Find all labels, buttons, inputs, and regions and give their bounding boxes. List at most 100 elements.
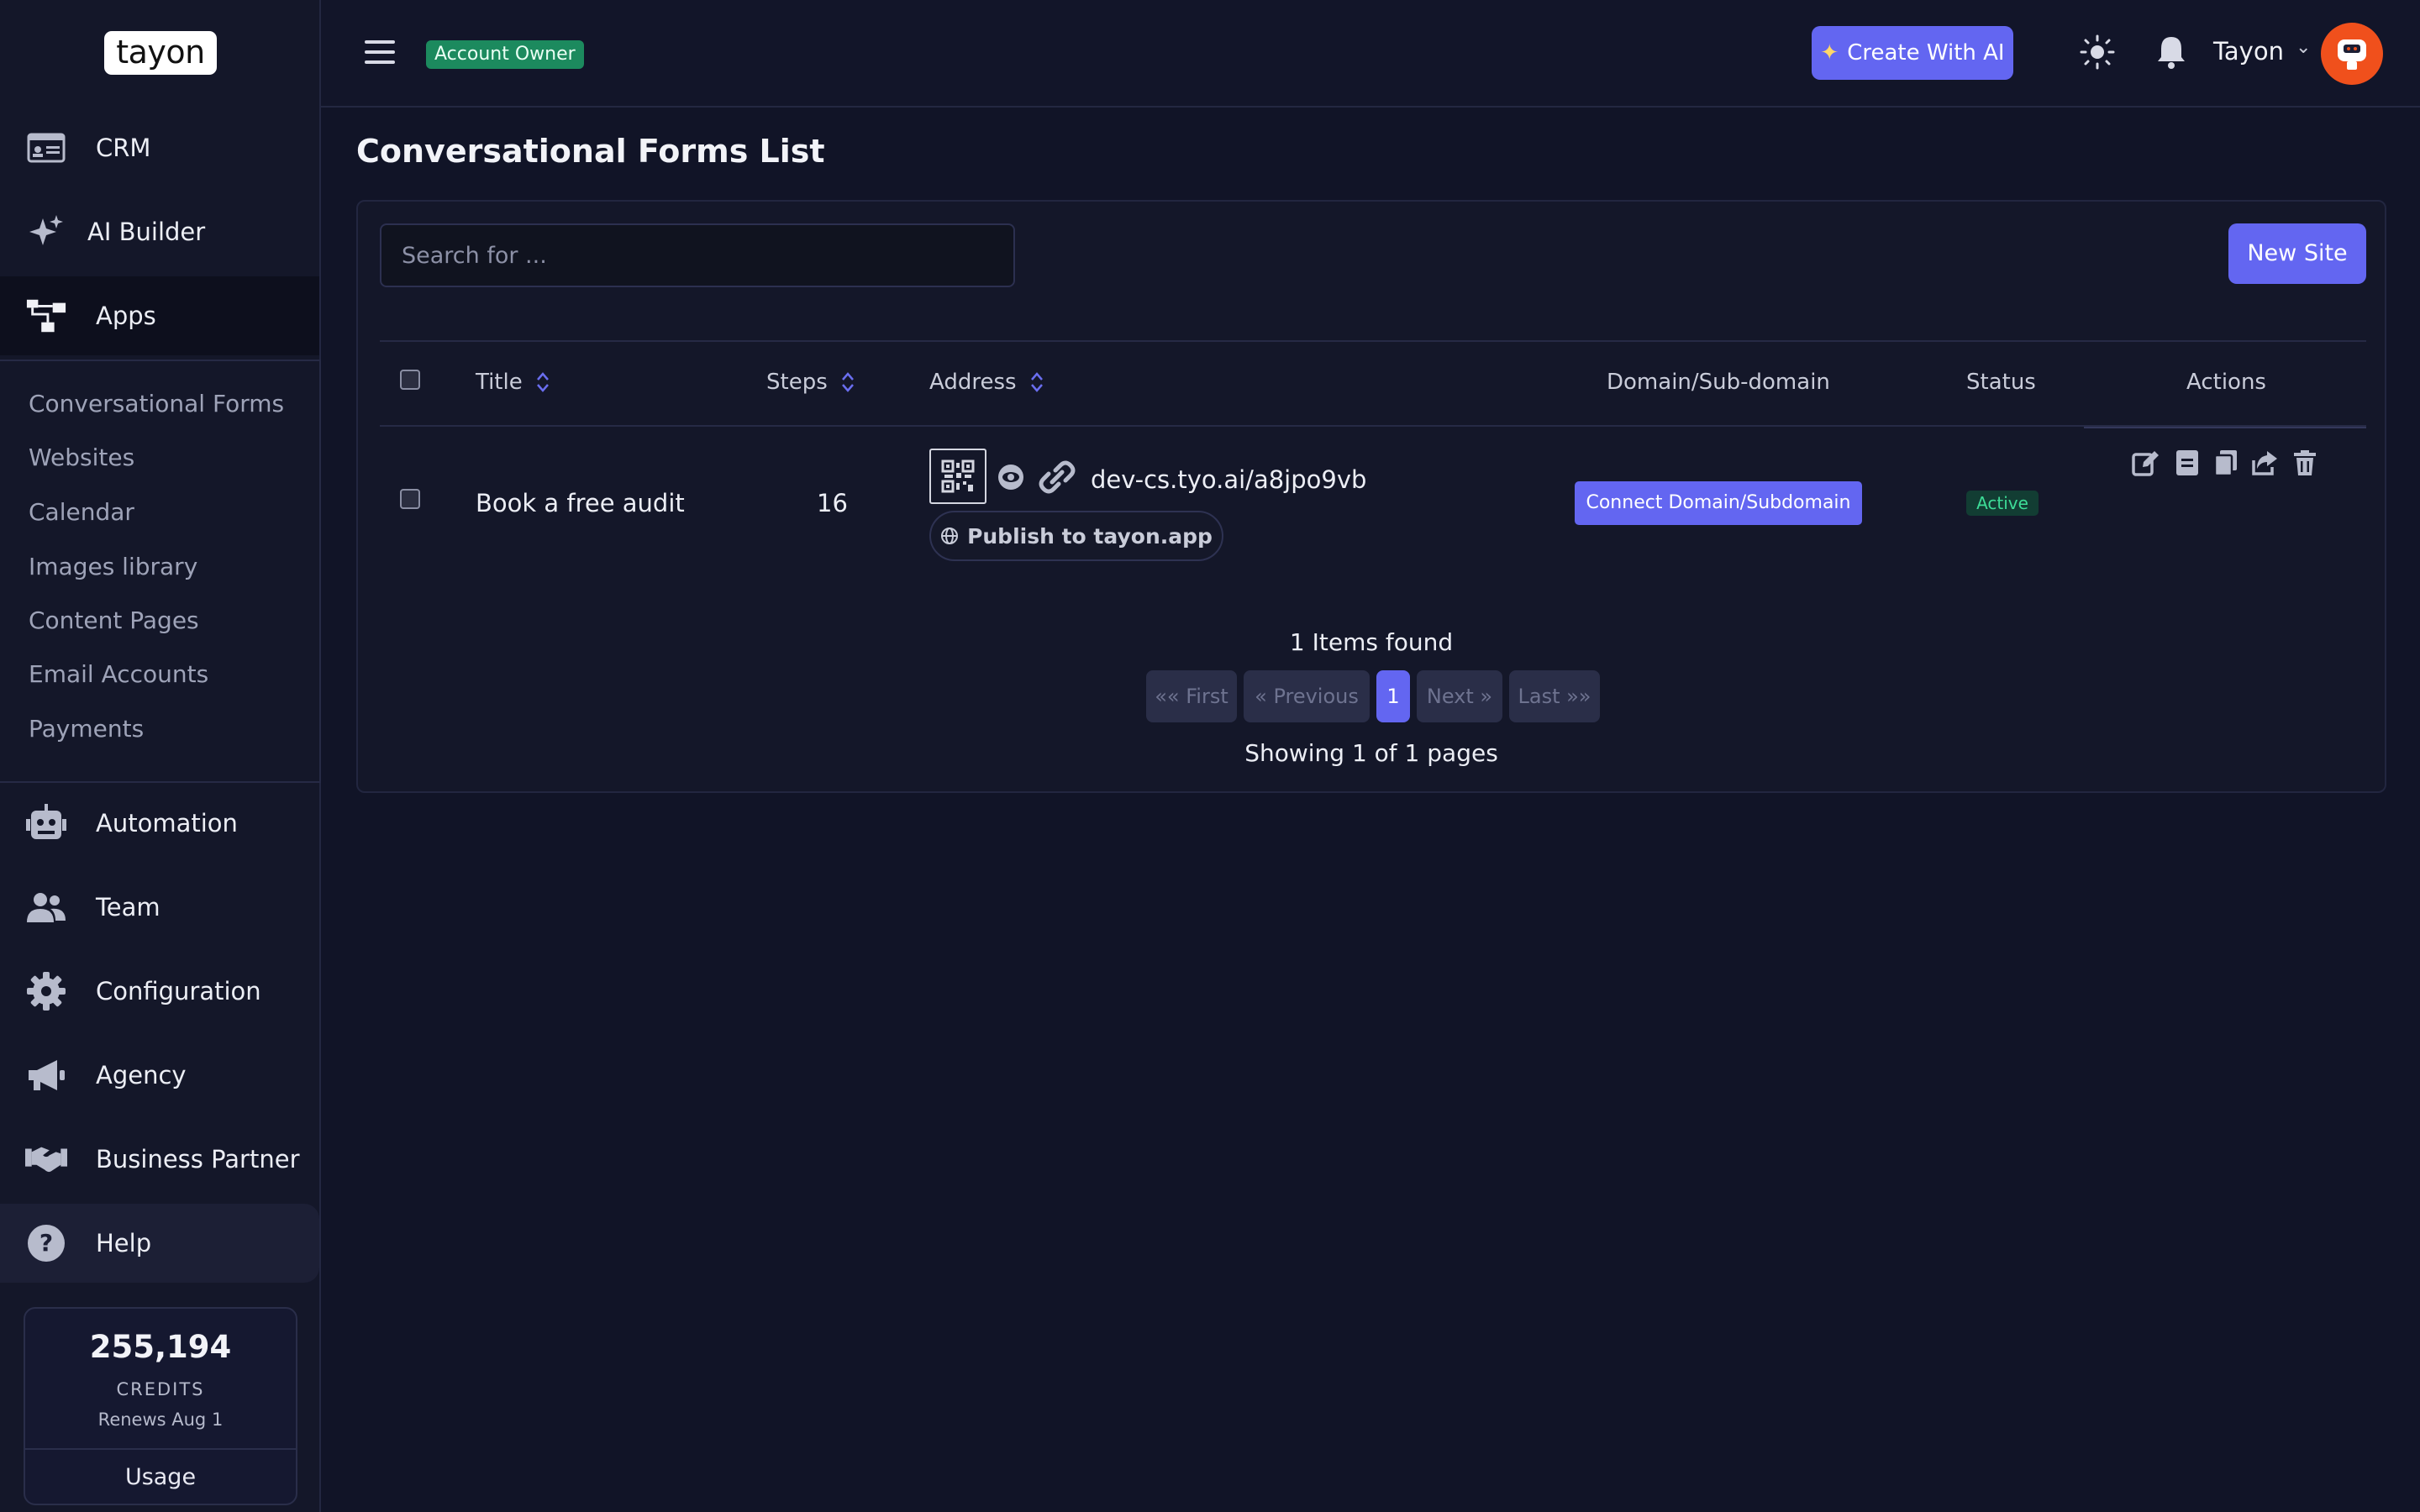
- submenu-item-email-accounts[interactable]: Email Accounts: [29, 660, 208, 688]
- sidebar-item-apps[interactable]: Apps: [0, 276, 319, 355]
- apps-submenu: Conversational Forms Websites Calendar I…: [0, 360, 321, 783]
- share-icon[interactable]: [2250, 449, 2279, 477]
- credits-label: CREDITS: [116, 1379, 205, 1399]
- search-input[interactable]: [380, 223, 1015, 287]
- status-badge: Active: [1966, 491, 2039, 516]
- sidebar-item-team[interactable]: Team: [0, 868, 319, 947]
- sidebar-item-crm[interactable]: CRM: [0, 108, 319, 187]
- submenu-item-payments[interactable]: Payments: [29, 715, 144, 743]
- submenu-item-content-pages[interactable]: Content Pages: [29, 606, 199, 634]
- sidebar-item-configuration[interactable]: Configuration: [0, 952, 319, 1031]
- copy-icon[interactable]: [2212, 449, 2240, 477]
- app-root: tayon CRM AI Builder Apps Conversational…: [0, 0, 2420, 1512]
- user-name[interactable]: Tayon: [2213, 37, 2284, 66]
- sidebar-item-automation[interactable]: Automation: [0, 784, 319, 863]
- create-with-ai-button[interactable]: ✦ Create With AI: [1812, 26, 2013, 80]
- theme-toggle-sun-icon[interactable]: [2079, 34, 2116, 71]
- forms-list-card: New Site Title Steps Address Domain/Sub-…: [356, 200, 2386, 793]
- role-badge: Account Owner: [426, 40, 584, 69]
- sidebar-item-label: Agency: [96, 1061, 187, 1089]
- notification-bell-icon[interactable]: [2154, 34, 2188, 71]
- items-found-text: 1 Items found: [1289, 628, 1454, 656]
- eye-icon[interactable]: [997, 464, 1025, 491]
- create-with-ai-label: Create With AI: [1847, 40, 2005, 66]
- pagination-previous-button[interactable]: « Previous: [1244, 670, 1370, 722]
- robot-icon: [25, 802, 67, 844]
- menu-toggle-icon[interactable]: [365, 40, 395, 66]
- submenu-item-websites[interactable]: Websites: [29, 444, 134, 471]
- credits-value: 255,194: [89, 1329, 232, 1365]
- submenu-item-calendar[interactable]: Calendar: [29, 498, 134, 526]
- credits-renew-date: Renews Aug 1: [97, 1410, 224, 1430]
- column-header-label: Steps: [766, 370, 828, 395]
- sidebar-item-ai-builder[interactable]: AI Builder: [0, 192, 319, 271]
- sort-icon[interactable]: [536, 370, 550, 394]
- pagination-last-button[interactable]: Last »»: [1509, 670, 1600, 722]
- handshake-icon: [25, 1138, 67, 1180]
- users-icon: [25, 886, 67, 928]
- topbar: Account Owner ✦ Create With AI Tayon ⌄: [321, 0, 2420, 108]
- chevron-down-icon[interactable]: ⌄: [2296, 37, 2311, 58]
- qr-code-icon[interactable]: [929, 449, 986, 504]
- document-icon[interactable]: [2173, 449, 2202, 477]
- submenu-item-conversational-forms[interactable]: Conversational Forms: [29, 390, 284, 417]
- avatar[interactable]: [2321, 23, 2383, 85]
- sort-icon[interactable]: [841, 370, 855, 394]
- column-header-steps[interactable]: Steps: [766, 370, 855, 395]
- form-address-link[interactable]: dev-cs.tyo.ai/a8jpo9vb: [1091, 465, 1366, 494]
- sidebar-item-label: CRM: [96, 134, 151, 162]
- select-all-checkbox[interactable]: [400, 370, 420, 390]
- credits-card: 255,194 CREDITS Renews Aug 1 Usage: [24, 1307, 297, 1505]
- column-header-label: Address: [929, 370, 1017, 395]
- sort-icon[interactable]: [1030, 370, 1044, 394]
- column-header-title[interactable]: Title: [476, 370, 550, 395]
- actions-divider: [2084, 427, 2366, 428]
- pagination-page-1[interactable]: 1: [1376, 670, 1410, 722]
- row-checkbox[interactable]: [400, 489, 420, 509]
- brand-logo[interactable]: tayon: [104, 31, 217, 75]
- sidebar-item-business-partner[interactable]: Business Partner: [0, 1120, 319, 1199]
- sitemap-icon: [25, 295, 67, 337]
- edit-icon[interactable]: [2131, 449, 2160, 477]
- column-header-label: Status: [1966, 370, 2036, 395]
- trash-icon[interactable]: [2291, 449, 2319, 477]
- sidebar-item-label: Help: [96, 1229, 152, 1257]
- svg-text:?: ?: [39, 1229, 53, 1257]
- publish-button[interactable]: Publish to tayon.app: [929, 511, 1223, 561]
- header-divider: [380, 425, 2366, 427]
- sidebar-item-label: Automation: [96, 809, 238, 837]
- sidebar-item-label: Team: [96, 893, 160, 921]
- megaphone-icon: [25, 1054, 67, 1096]
- question-circle-icon: ?: [25, 1222, 67, 1264]
- column-header-label: Domain/Sub-domain: [1607, 370, 1830, 395]
- column-header-label: Actions: [2186, 370, 2266, 395]
- new-site-button[interactable]: New Site: [2228, 223, 2366, 284]
- column-header-domain: Domain/Sub-domain: [1607, 370, 1830, 395]
- column-header-actions: Actions: [2186, 370, 2266, 395]
- sidebar-item-label: Apps: [96, 302, 156, 330]
- sidebar-item-label: AI Builder: [87, 218, 206, 246]
- pagination-first-button[interactable]: «« First: [1146, 670, 1237, 722]
- sidebar-item-label: Configuration: [96, 977, 261, 1005]
- page-title: Conversational Forms List: [356, 133, 825, 170]
- column-header-address[interactable]: Address: [929, 370, 1044, 395]
- sidebar-item-help[interactable]: ? Help: [0, 1204, 319, 1283]
- sidebar-item-label: Business Partner: [96, 1145, 300, 1173]
- column-header-label: Title: [476, 370, 523, 395]
- link-icon[interactable]: [1039, 459, 1076, 496]
- sparkle-icon: ✦: [1820, 40, 1839, 66]
- divider: [380, 340, 2366, 342]
- row-steps: 16: [817, 489, 848, 517]
- globe-icon: [941, 528, 959, 544]
- id-card-icon: [25, 127, 67, 169]
- connect-domain-button[interactable]: Connect Domain/Subdomain: [1575, 481, 1862, 525]
- row-title[interactable]: Book a free audit: [476, 489, 685, 517]
- usage-button[interactable]: Usage: [25, 1448, 296, 1505]
- sidebar-item-agency[interactable]: Agency: [0, 1036, 319, 1115]
- sidebar: tayon CRM AI Builder Apps Conversational…: [0, 0, 321, 1512]
- column-header-status: Status: [1966, 370, 2036, 395]
- sparkles-icon: [25, 211, 67, 253]
- pagination-next-button[interactable]: Next »: [1417, 670, 1502, 722]
- publish-label: Publish to tayon.app: [967, 523, 1213, 549]
- submenu-item-images-library[interactable]: Images library: [29, 553, 197, 580]
